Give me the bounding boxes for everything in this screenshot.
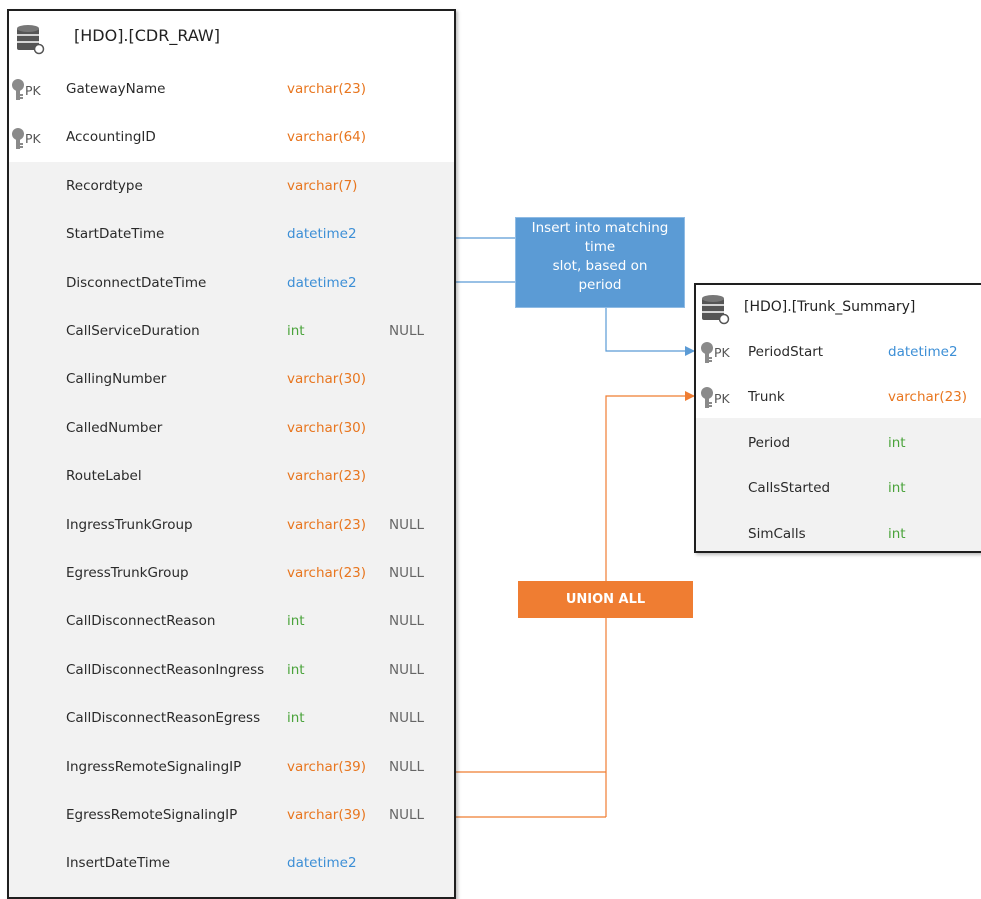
database-icon (702, 295, 730, 325)
primary-key-icon: PK (11, 79, 41, 101)
column-name: SimCalls (748, 525, 806, 542)
column-name: AccountingID (66, 129, 156, 146)
table-row: CallsStarted int (696, 466, 981, 511)
column-nullable: NULL (389, 661, 425, 678)
primary-key-icon: PK (700, 341, 730, 364)
column-type: varchar(64) (287, 129, 367, 146)
table-row: CallDisconnectReasonEgress int NULL (9, 695, 454, 743)
column-name: PeriodStart (748, 344, 824, 360)
column-type: varchar(7) (287, 177, 358, 194)
column-type: varchar(39) (287, 758, 367, 775)
table-title: [HDO].[CDR_RAW] (74, 26, 220, 45)
table-row: IngressRemoteSignalingIP varchar(39) NULL (9, 744, 454, 792)
column-name: CallServiceDuration (66, 323, 200, 339)
table-trunk-summary[interactable]: [HDO].[Trunk_Summary] PK PeriodStart datet… (694, 283, 981, 553)
insert-arrow (605, 308, 695, 356)
column-type: varchar(23) (287, 516, 367, 533)
column-name: Period (748, 434, 791, 451)
column-name: IngressRemoteSignalingIP (66, 758, 242, 775)
column-type: int (287, 323, 305, 339)
column-type: datetime2 (888, 344, 958, 360)
table-row: PK Trunk varchar(23) (696, 375, 981, 420)
table-row: PK PeriodStart datetime2 (696, 330, 981, 375)
table-title: [HDO].[Trunk_Summary] (744, 299, 916, 315)
table-row: InsertDateTime datetime2 (9, 840, 454, 888)
column-type: int (888, 525, 906, 542)
column-nullable: NULL (389, 710, 425, 727)
column-name: DisconnectDateTime (66, 274, 207, 291)
column-type: int (287, 613, 305, 630)
column-type: varchar(39) (287, 807, 367, 823)
column-type: int (287, 661, 305, 678)
column-type: varchar(23) (287, 468, 367, 485)
table-row: PK AccountingID varchar(64) (9, 114, 454, 162)
column-nullable: NULL (389, 516, 425, 533)
table-header: [HDO].[Trunk_Summary] (696, 285, 981, 329)
table-row: CallServiceDuration int NULL (9, 308, 454, 356)
column-type: datetime2 (287, 855, 357, 872)
table-row: CallingNumber varchar(30) (9, 356, 454, 404)
table-row: SimCalls int (696, 512, 981, 557)
column-name: Recordtype (66, 177, 143, 194)
table-row: EgressTrunkGroup varchar(23) NULL (9, 550, 454, 598)
column-name: RouteLabel (66, 468, 142, 485)
column-type: varchar(30) (287, 419, 367, 436)
union-all-label: UNION ALL (565, 592, 646, 607)
table-header: [HDO].[CDR_RAW] (9, 11, 454, 65)
column-nullable: NULL (389, 758, 425, 775)
column-name: EgressRemoteSignalingIP (66, 807, 238, 823)
table-row: Period int (696, 421, 981, 466)
table-cdr-raw[interactable]: [HDO].[CDR_RAW] PK GatewayName varchar(23)… (7, 9, 456, 899)
column-name: CallDisconnectReason (66, 613, 216, 630)
insert-note: Insert into matching time slot, based on… (515, 217, 685, 308)
column-name: IngressTrunkGroup (66, 516, 193, 533)
table-row: Recordtype varchar(7) (9, 163, 454, 211)
column-nullable: NULL (389, 565, 425, 581)
column-name: CallingNumber (66, 371, 167, 388)
column-type: varchar(30) (287, 371, 367, 388)
table-row: EgressRemoteSignalingIP varchar(39) NULL (9, 792, 454, 840)
database-icon (17, 25, 45, 55)
column-type: int (888, 480, 906, 497)
union-all-note: UNION ALL (518, 581, 693, 618)
table-row: RouteLabel varchar(23) (9, 453, 454, 501)
column-name: CallDisconnectReasonEgress (66, 710, 261, 727)
column-type: int (888, 434, 906, 451)
primary-key-icon: PK (11, 127, 41, 150)
table-row: PK GatewayName varchar(23) (9, 66, 454, 114)
column-type: int (287, 710, 305, 727)
column-name: CallDisconnectReasonIngress (66, 661, 265, 678)
column-type: varchar(23) (287, 565, 367, 581)
table-row: CallDisconnectReasonIngress int NULL (9, 647, 454, 695)
table-row: CallDisconnectReason int NULL (9, 598, 454, 646)
column-type: datetime2 (287, 226, 357, 243)
column-type: varchar(23) (888, 389, 968, 406)
column-name: Trunk (748, 389, 785, 406)
column-nullable: NULL (389, 323, 425, 339)
table-row: DisconnectDateTime datetime2 (9, 260, 454, 308)
column-name: InsertDateTime (66, 855, 171, 872)
column-type: varchar(23) (287, 81, 367, 97)
column-nullable: NULL (389, 613, 425, 630)
column-name: CallsStarted (748, 480, 831, 497)
column-name: EgressTrunkGroup (66, 565, 189, 581)
table-row: CalledNumber varchar(30) (9, 405, 454, 453)
column-name: CalledNumber (66, 419, 163, 436)
column-nullable: NULL (389, 807, 425, 823)
column-type: datetime2 (287, 274, 357, 291)
column-name: GatewayName (66, 81, 166, 97)
primary-key-icon: PK (700, 387, 730, 409)
column-name: StartDateTime (66, 226, 165, 243)
table-row: IngressTrunkGroup varchar(23) NULL (9, 502, 454, 550)
table-row: StartDateTime datetime2 (9, 211, 454, 259)
